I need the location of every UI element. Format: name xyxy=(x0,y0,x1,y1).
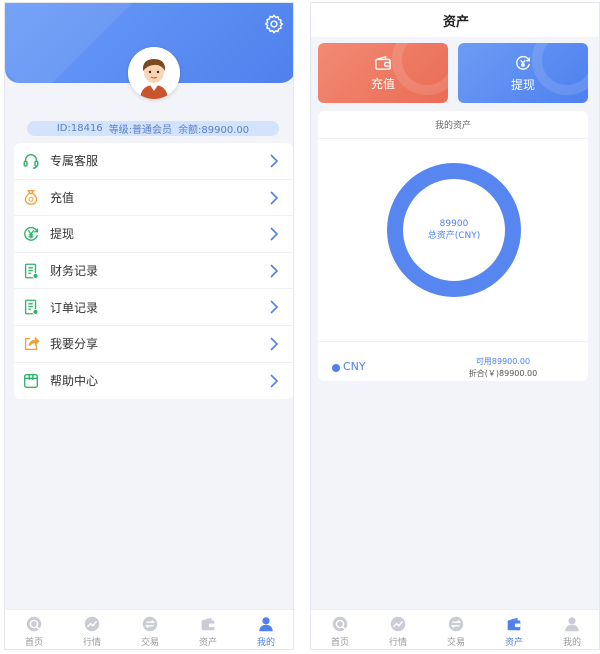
share-icon xyxy=(21,334,41,354)
total-asset-label: 总资产(CNY) xyxy=(427,231,481,241)
menu-item-label: 财务记录 xyxy=(50,264,99,279)
title-bar: 资产 xyxy=(311,3,599,37)
tab-home[interactable]: 首页 xyxy=(5,610,63,649)
currency-label: CNY xyxy=(343,360,366,373)
menu-item-label: 专属客服 xyxy=(50,154,99,169)
user-id: ID:18416 xyxy=(56,123,103,134)
menu-item-label: 提现 xyxy=(50,227,75,242)
profile-menu: 专属客服 充值 提现 财务记录 订单记录 我要分享 帮助中心 xyxy=(14,143,293,399)
settings-gear-icon[interactable] xyxy=(263,13,285,35)
finance-record-icon xyxy=(21,261,41,281)
market-icon xyxy=(390,616,406,632)
asset-row-cny: CNY 可用89900.00 折合(￥)89900.00 xyxy=(318,341,588,381)
card-title: 我的资产 xyxy=(318,111,588,139)
donut-center-text: 89900 总资产(CNY) xyxy=(385,161,523,299)
tab-assets[interactable]: 资产 xyxy=(179,610,237,649)
converted-amount: 折合(￥)89900.00 xyxy=(468,369,538,378)
wallet-icon xyxy=(507,617,521,631)
chevron-right-icon xyxy=(270,191,279,205)
user-icon xyxy=(259,617,273,632)
tab-mine[interactable]: 我的 xyxy=(237,610,293,649)
bottom-tab-bar: 首页 行情 交易 资产 我的 xyxy=(5,609,293,649)
menu-item-label: 我要分享 xyxy=(50,337,99,352)
avatar[interactable] xyxy=(128,47,180,99)
withdraw-label: 提现 xyxy=(510,77,535,92)
order-record-icon xyxy=(21,297,41,317)
account-info-bar: ID:18416 等级:普通会员 余额:89900.00 xyxy=(27,121,279,136)
yuan-refresh-icon xyxy=(516,55,530,70)
withdraw-button[interactable]: 提现 xyxy=(458,43,588,103)
tab-market[interactable]: 行情 xyxy=(369,610,427,649)
assets-screen: 资产 充值 提现 我的资产 89900 总资产(CNY) CNY 可用89900… xyxy=(310,2,600,650)
cartoon-boy-avatar-icon xyxy=(128,47,180,99)
total-asset-value: 89900 xyxy=(439,219,469,229)
user-icon xyxy=(565,617,579,632)
wallet-icon xyxy=(375,55,391,70)
chevron-right-icon xyxy=(270,337,279,351)
wallet-icon xyxy=(201,617,215,631)
tab-trade[interactable]: 交易 xyxy=(121,610,179,649)
home-icon xyxy=(332,616,348,632)
tab-mine[interactable]: 我的 xyxy=(543,610,599,649)
chevron-right-icon xyxy=(270,373,279,388)
chevron-right-icon xyxy=(270,227,279,241)
user-level: 等级:普通会员 xyxy=(108,125,173,136)
recharge-button[interactable]: 充值 xyxy=(318,43,448,103)
recharge-label: 充值 xyxy=(370,76,395,91)
tab-home[interactable]: 首页 xyxy=(311,610,369,649)
trade-icon xyxy=(142,616,158,632)
menu-item-share[interactable]: 我要分享 xyxy=(14,326,293,363)
user-balance: 余额:89900.00 xyxy=(178,125,250,136)
currency-dot xyxy=(332,364,340,372)
trade-icon xyxy=(448,616,464,632)
menu-item-label: 充值 xyxy=(50,190,75,205)
tab-assets[interactable]: 资产 xyxy=(485,610,543,649)
menu-item-recharge[interactable]: 充值 xyxy=(14,180,293,217)
money-bag-icon xyxy=(21,187,41,207)
tab-market[interactable]: 行情 xyxy=(63,610,121,649)
chevron-right-icon xyxy=(270,300,279,314)
menu-item-withdraw[interactable]: 提现 xyxy=(14,216,293,253)
menu-item-help-center[interactable]: 帮助中心 xyxy=(14,363,293,400)
chevron-right-icon xyxy=(270,154,279,168)
page-title: 资产 xyxy=(442,14,469,30)
market-icon xyxy=(84,616,100,632)
chevron-right-icon xyxy=(270,264,279,278)
bottom-tab-bar: 首页 行情 交易 资产 我的 xyxy=(311,609,599,649)
menu-item-order-record[interactable]: 订单记录 xyxy=(14,289,293,326)
profile-screen: ID:18416 等级:普通会员 余额:89900.00 专属客服 充值 提现 xyxy=(4,2,294,650)
yuan-circle-icon xyxy=(21,224,41,244)
home-icon xyxy=(26,616,42,632)
headset-icon xyxy=(21,151,41,171)
tab-trade[interactable]: 交易 xyxy=(427,610,485,649)
my-assets-card: 我的资产 89900 总资产(CNY) CNY 可用89900.00 折合(￥)… xyxy=(318,111,588,381)
menu-item-label: 帮助中心 xyxy=(50,374,99,389)
menu-item-customer-service[interactable]: 专属客服 xyxy=(14,143,293,180)
menu-item-label: 订单记录 xyxy=(50,300,99,315)
help-book-icon xyxy=(21,371,41,391)
menu-item-finance-record[interactable]: 财务记录 xyxy=(14,253,293,290)
available-amount: 可用89900.00 xyxy=(475,357,531,366)
